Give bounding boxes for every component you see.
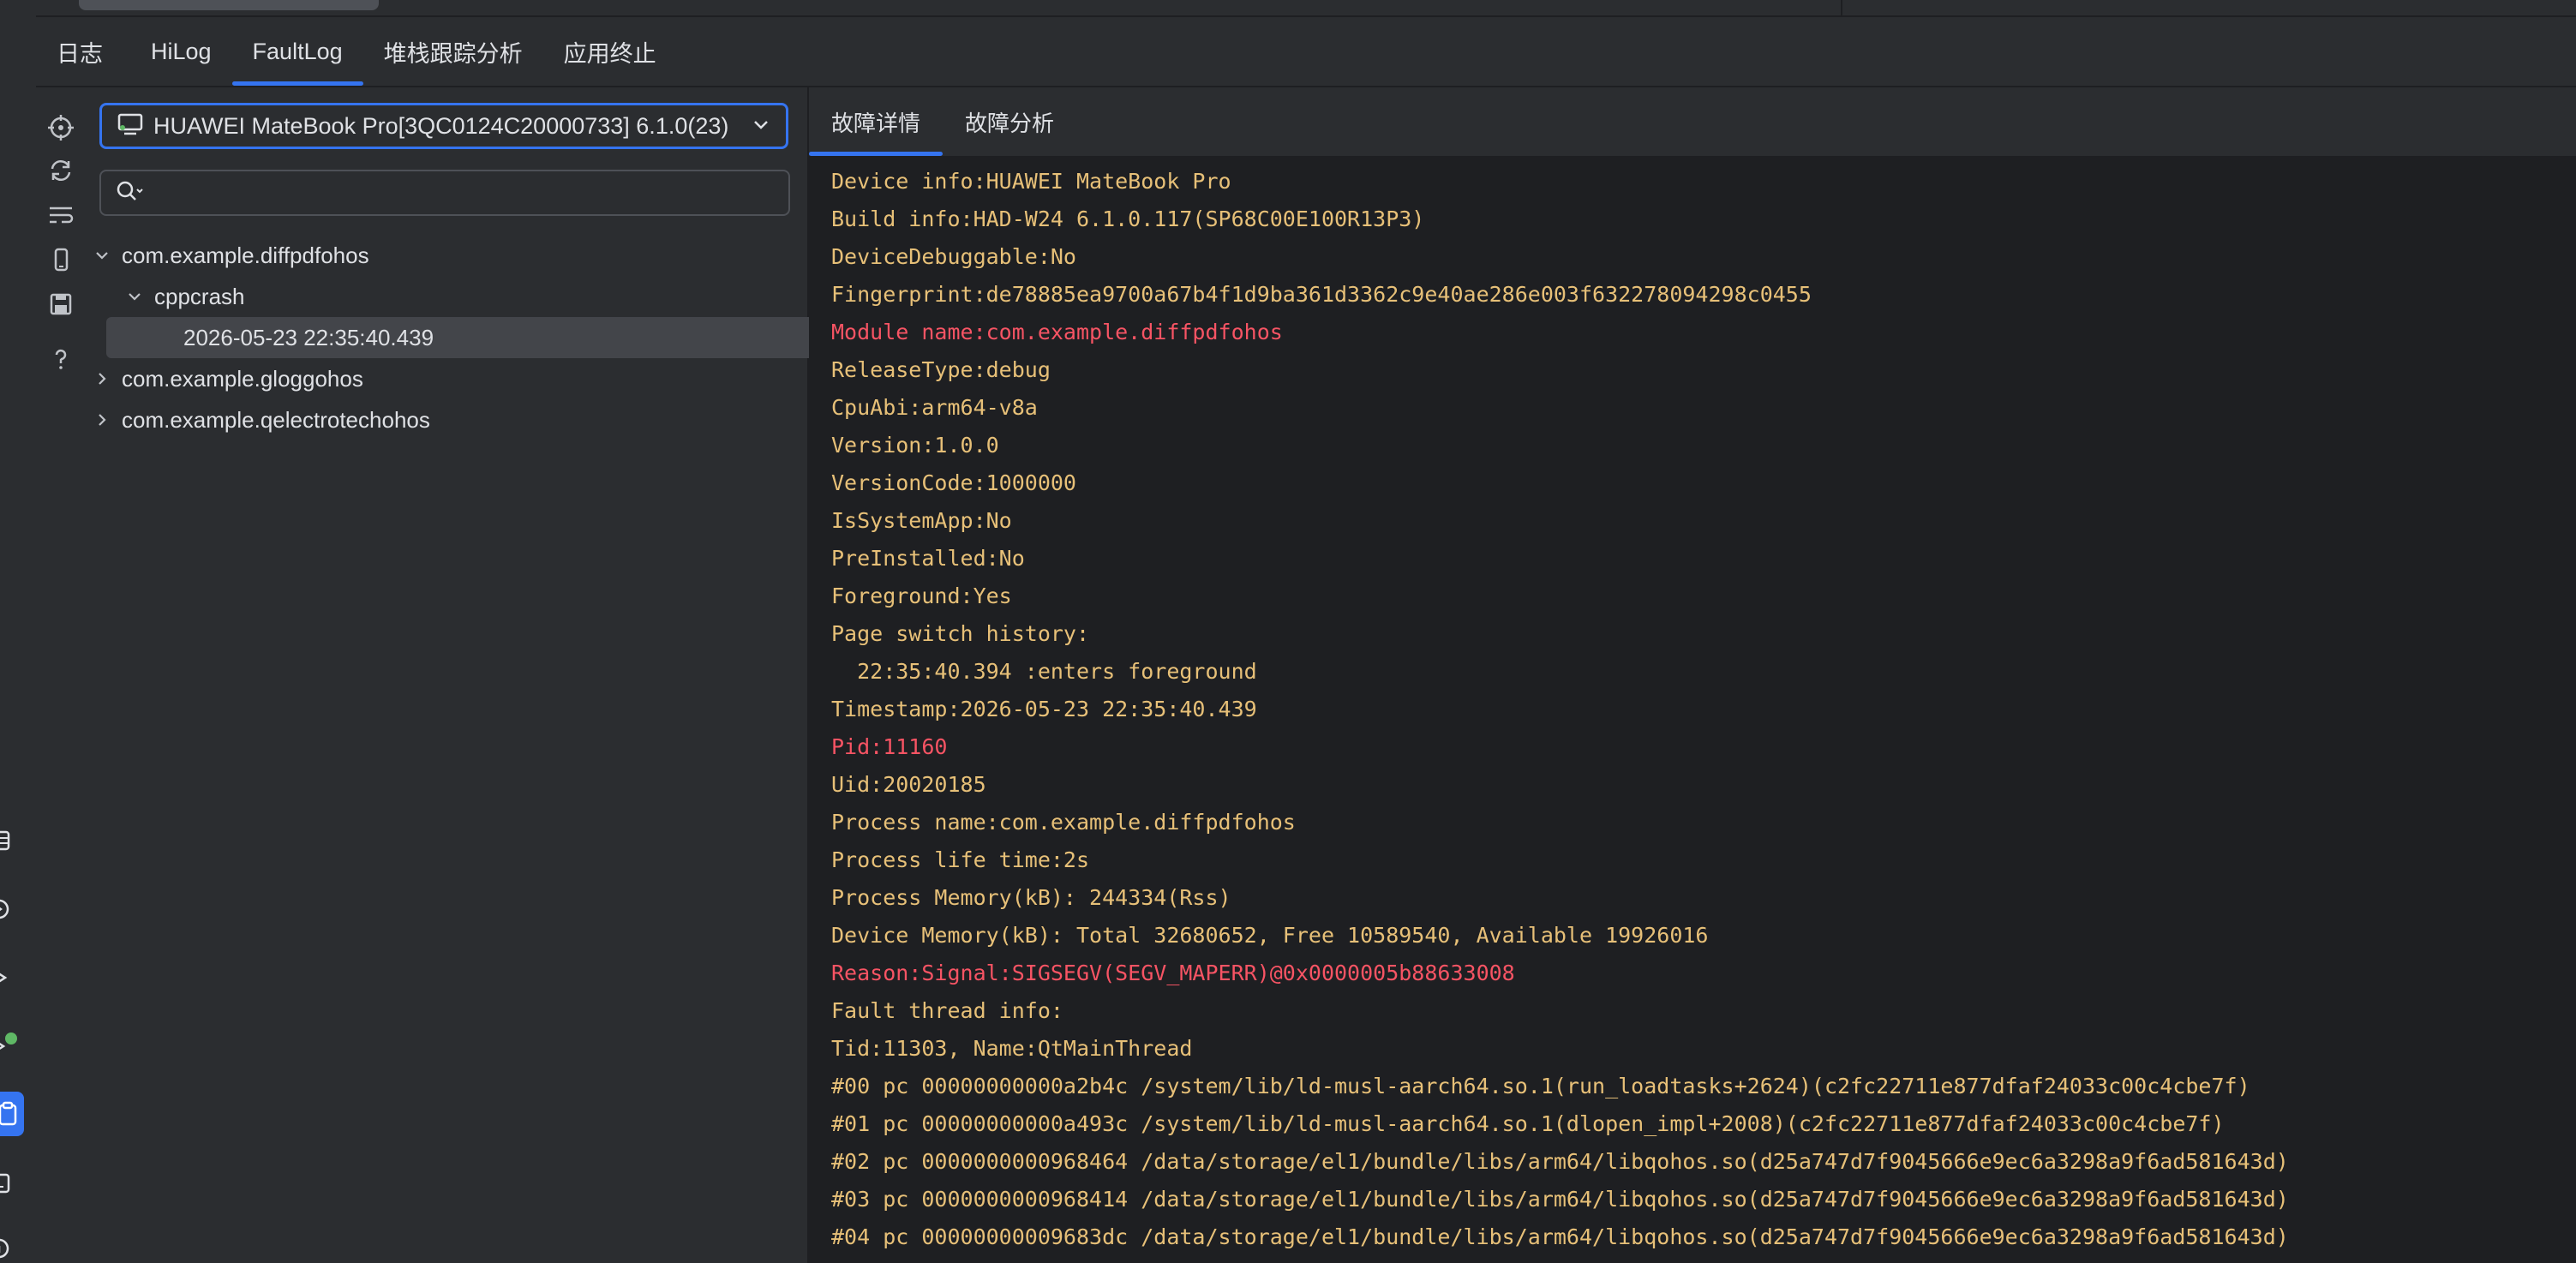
chevron-down-icon bbox=[752, 115, 770, 138]
top-edge bbox=[36, 0, 2576, 17]
log-line: DeviceDebuggable:No bbox=[831, 244, 1076, 269]
tab-label: HiLog bbox=[151, 38, 212, 64]
ide-tool-strip bbox=[0, 0, 38, 1263]
tree-item-label: com.example.diffpdfohos bbox=[122, 242, 369, 268]
log-line: Fingerprint:de78885ea9700a67b4f1d9ba361d… bbox=[831, 282, 1812, 307]
device-select-value: HUAWEI MateBook Pro[3QC0124C20000733] 6.… bbox=[153, 112, 729, 139]
tab-fault-details[interactable]: 故障详情 bbox=[809, 87, 944, 156]
tree-item-fault-timestamp[interactable]: 2026-05-23 22:35:40.439 bbox=[106, 317, 862, 358]
status-dot bbox=[5, 1033, 17, 1045]
chevron-down-icon[interactable] bbox=[125, 287, 144, 306]
tree-item-cppcrash[interactable]: cppcrash bbox=[86, 276, 807, 317]
search-input[interactable] bbox=[151, 178, 775, 207]
search-box[interactable] bbox=[99, 170, 790, 216]
crosshair-icon[interactable] bbox=[46, 113, 75, 142]
log-line: PreInstalled:No bbox=[831, 546, 1025, 571]
tab-label: 故障分析 bbox=[965, 110, 1055, 136]
tab-label: FaultLog bbox=[252, 38, 343, 64]
log-line: Device info:HUAWEI MateBook Pro bbox=[831, 169, 1231, 194]
phone-icon[interactable] bbox=[46, 245, 75, 274]
info-icon[interactable] bbox=[0, 1236, 14, 1261]
log-line: IsSystemApp:No bbox=[831, 508, 1012, 533]
tab-label: 日志 bbox=[57, 40, 103, 67]
play-circle-icon[interactable] bbox=[0, 896, 14, 922]
log-line: Uid:20020185 bbox=[831, 772, 986, 797]
log-line: Process name:com.example.diffpdfohos bbox=[831, 810, 1296, 835]
log-line: Process life time:2s bbox=[831, 847, 1090, 872]
detail-tab-bar: 故障详情 故障分析 bbox=[809, 87, 2576, 156]
fault-tree: com.example.diffpdfohos cppcrash 2026-05… bbox=[86, 235, 862, 440]
log-line: Version:1.0.0 bbox=[831, 433, 999, 458]
tab-log[interactable]: 日志 bbox=[36, 17, 130, 86]
fault-log-text[interactable]: Device info:HUAWEI MateBook Pro Build inf… bbox=[831, 163, 2559, 1263]
log-line: Device Memory(kB): Total 32680652, Free … bbox=[831, 923, 1709, 948]
log-line: VersionCode:1000000 bbox=[831, 470, 1076, 495]
monitor-icon bbox=[117, 112, 143, 141]
fault-detail-panel: 故障详情 故障分析 Device info:HUAWEI MateBook Pr… bbox=[809, 87, 2576, 1263]
log-line: Module name:com.example.diffpdfohos bbox=[831, 320, 1283, 344]
tab-app-termination[interactable]: 应用终止 bbox=[543, 17, 677, 86]
tree-item-label: com.example.gloggohos bbox=[122, 365, 363, 392]
log-line: Page switch history: bbox=[831, 621, 1090, 646]
log-line: #03 pc 0000000000968414 /data/storage/el… bbox=[831, 1187, 2289, 1212]
tab-fault-analysis[interactable]: 故障分析 bbox=[943, 87, 1076, 156]
faultlog-tree-panel: HUAWEI MateBook Pro[3QC0124C20000733] 6.… bbox=[86, 87, 862, 1263]
tree-item-label: cppcrash bbox=[154, 283, 245, 309]
device-select[interactable]: HUAWEI MateBook Pro[3QC0124C20000733] 6.… bbox=[99, 103, 788, 149]
refresh-icon[interactable] bbox=[46, 156, 75, 185]
tree-item-package[interactable]: com.example.qelectrotechohos bbox=[86, 399, 807, 440]
tree-item-package[interactable]: com.example.diffpdfohos bbox=[86, 235, 807, 276]
log-line: #00 pc 00000000000a2b4c /system/lib/ld-m… bbox=[831, 1074, 2250, 1098]
tree-item-label: 2026-05-23 22:35:40.439 bbox=[183, 324, 434, 350]
log-line: Pid:11160 bbox=[831, 734, 948, 759]
search-icon bbox=[115, 179, 144, 207]
log-line: #01 pc 00000000000a493c /system/lib/ld-m… bbox=[831, 1111, 2225, 1136]
help-icon[interactable] bbox=[46, 344, 75, 374]
main-tab-bar: 日志 HiLog FaultLog 堆栈跟踪分析 应用终止 bbox=[36, 17, 2576, 87]
log-line: Tid:11303, Name:QtMainThread bbox=[831, 1036, 1193, 1061]
chevron-right-icon[interactable] bbox=[93, 369, 111, 388]
log-line: 22:35:40.394 :enters foreground bbox=[831, 659, 1257, 684]
log-line: Build info:HAD-W24 6.1.0.117(SP68C00E100… bbox=[831, 207, 1425, 231]
tab-label: 堆栈跟踪分析 bbox=[383, 40, 523, 67]
tab-label: 故障详情 bbox=[831, 110, 921, 136]
log-line: Process Memory(kB): 244334(Rss) bbox=[831, 885, 1231, 910]
log-line: Fault thread info: bbox=[831, 998, 1063, 1023]
terminal-icon[interactable] bbox=[0, 1170, 14, 1196]
log-line: Timestamp:2026-05-23 22:35:40.439 bbox=[831, 697, 1257, 721]
log-line: #04 pc 00000000009683dc /data/storage/el… bbox=[831, 1224, 2289, 1249]
chevron-right-icon[interactable] bbox=[93, 410, 111, 429]
wrap-icon[interactable] bbox=[46, 201, 75, 230]
log-line: Foreground:Yes bbox=[831, 584, 1012, 608]
tab-hilog[interactable]: HiLog bbox=[130, 17, 232, 86]
tree-item-label: com.example.qelectrotechohos bbox=[122, 406, 430, 433]
run-icon[interactable] bbox=[0, 965, 14, 991]
log-line: Reason:Signal:SIGSEGV(SEGV_MAPERR)@0x000… bbox=[831, 961, 1515, 985]
chevron-down-icon[interactable] bbox=[93, 246, 111, 265]
log-line: #02 pc 0000000000968464 /data/storage/el… bbox=[831, 1149, 2289, 1174]
tab-faultlog[interactable]: FaultLog bbox=[231, 17, 363, 86]
clipboard-icon[interactable] bbox=[0, 1092, 24, 1136]
log-line: CpuAbi:arm64-v8a bbox=[831, 395, 1038, 420]
list-icon[interactable] bbox=[0, 828, 14, 853]
horizontal-scrollbar[interactable] bbox=[79, 0, 379, 10]
tab-label: 应用终止 bbox=[563, 40, 656, 67]
tab-stack-trace-analysis[interactable]: 堆栈跟踪分析 bbox=[363, 17, 543, 86]
save-icon[interactable] bbox=[46, 290, 75, 319]
tool-column bbox=[36, 87, 86, 1263]
top-divider bbox=[1841, 0, 1842, 15]
tree-item-package[interactable]: com.example.gloggohos bbox=[86, 358, 807, 399]
log-line: ReleaseType:debug bbox=[831, 357, 1051, 382]
